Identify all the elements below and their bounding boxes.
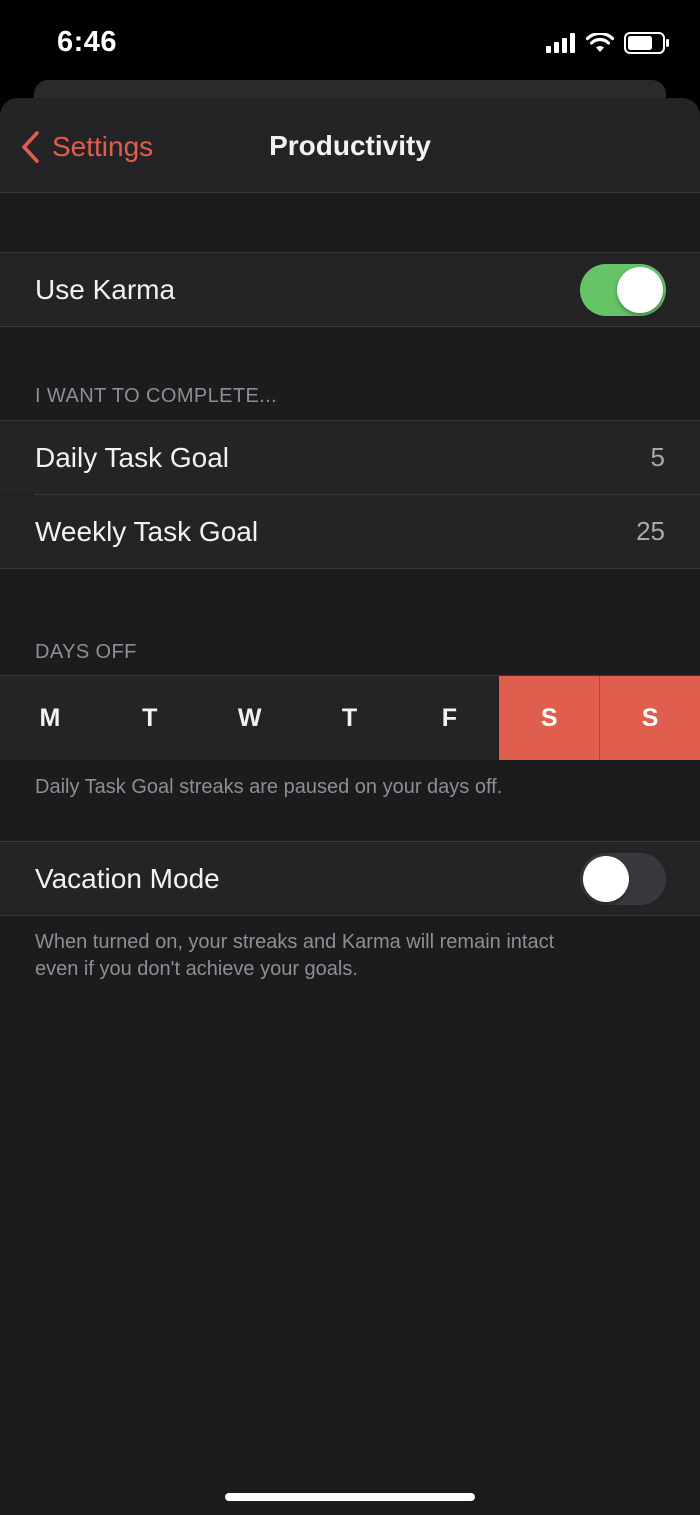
day-thursday[interactable]: T [300,676,400,760]
vacation-mode-note: When turned on, your streaks and Karma w… [35,929,665,983]
navigation-bar: Settings Productivity [0,98,700,193]
use-karma-row: Use Karma [0,253,700,326]
toggle-knob [617,267,663,313]
status-icons [546,30,670,56]
day-saturday[interactable]: S [499,676,600,760]
use-karma-toggle[interactable] [580,264,666,316]
daily-task-goal-value: 5 [650,442,665,472]
wifi-icon [586,33,614,52]
home-indicator [225,1493,475,1501]
goals-section-header: I WANT TO COMPLETE... [35,385,278,407]
battery-icon [624,32,669,54]
vacation-mode-toggle[interactable] [580,853,666,905]
page-title: Productivity [269,130,431,161]
status-bar: 6:46 [0,0,700,80]
status-time: 6:46 [57,26,118,58]
weekly-task-goal-value: 25 [636,516,665,546]
divider [0,568,700,569]
toggle-knob [583,856,629,902]
vacation-mode-row: Vacation Mode [0,842,700,915]
day-sunday[interactable]: S [599,676,700,760]
weekly-task-goal-row[interactable]: Weekly Task Goal 25 [0,495,700,568]
days-off-selector: M T W T F S S [0,676,700,760]
daily-task-goal-row[interactable]: Daily Task Goal 5 [0,421,700,494]
vacation-note-line-2: even if you don't achieve your goals. [35,958,358,980]
settings-sheet: Settings Productivity Use Karma I WANT T… [0,98,700,1515]
days-off-note: Daily Task Goal streaks are paused on yo… [35,776,503,798]
day-friday[interactable]: F [399,676,499,760]
day-tuesday[interactable]: T [100,676,200,760]
cellular-signal-icon [546,33,575,53]
use-karma-label: Use Karma [35,274,176,305]
vacation-note-line-1: When turned on, your streaks and Karma w… [35,931,555,953]
day-monday[interactable]: M [0,676,100,760]
divider [0,915,700,916]
days-off-section-header: DAYS OFF [35,641,137,663]
divider [0,326,700,327]
vacation-mode-label: Vacation Mode [35,863,220,894]
weekly-task-goal-label: Weekly Task Goal [35,516,259,547]
daily-task-goal-label: Daily Task Goal [35,442,230,473]
day-wednesday[interactable]: W [200,676,300,760]
